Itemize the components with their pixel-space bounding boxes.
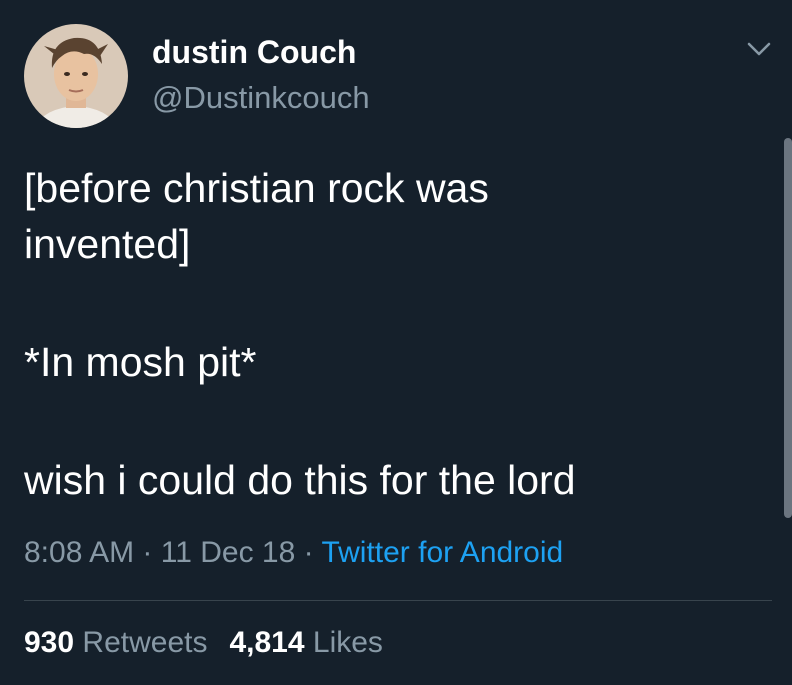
tweet-card: dustin Couch @Dustinkcouch [before chris… bbox=[0, 0, 792, 685]
likes-label: Likes bbox=[312, 626, 383, 659]
likes-count: 4,814 bbox=[229, 626, 305, 659]
retweets-label: Retweets bbox=[82, 626, 208, 659]
meta-separator: · bbox=[303, 536, 314, 569]
tweet-line: *In mosh pit* bbox=[24, 339, 257, 385]
tweet-source-link[interactable]: Twitter for Android bbox=[321, 536, 563, 569]
likes-stat[interactable]: 4,814 Likes bbox=[229, 626, 382, 659]
display-name[interactable]: dustin Couch bbox=[152, 34, 356, 71]
retweets-count: 930 bbox=[24, 626, 75, 659]
tweet-text: [before christian rock was invented] *In… bbox=[24, 160, 764, 508]
tweet-time: 8:08 AM bbox=[24, 536, 135, 569]
tweet-meta: 8:08 AM · 11 Dec 18 · Twitter for Androi… bbox=[24, 536, 563, 570]
tweet-stats: 930 Retweets 4,814 Likes bbox=[24, 626, 383, 660]
avatar[interactable] bbox=[24, 24, 128, 128]
tweet-line: wish i could do this for the lord bbox=[24, 457, 576, 503]
chevron-down-icon[interactable] bbox=[744, 36, 774, 62]
retweets-stat[interactable]: 930 Retweets bbox=[24, 626, 207, 659]
tweet-date: 11 Dec 18 bbox=[160, 536, 296, 569]
meta-separator: · bbox=[142, 536, 153, 569]
user-handle[interactable]: @Dustinkcouch bbox=[152, 80, 370, 116]
scrollbar[interactable] bbox=[784, 138, 792, 518]
tweet-line: [before christian rock was invented] bbox=[24, 165, 489, 267]
divider bbox=[24, 600, 772, 601]
